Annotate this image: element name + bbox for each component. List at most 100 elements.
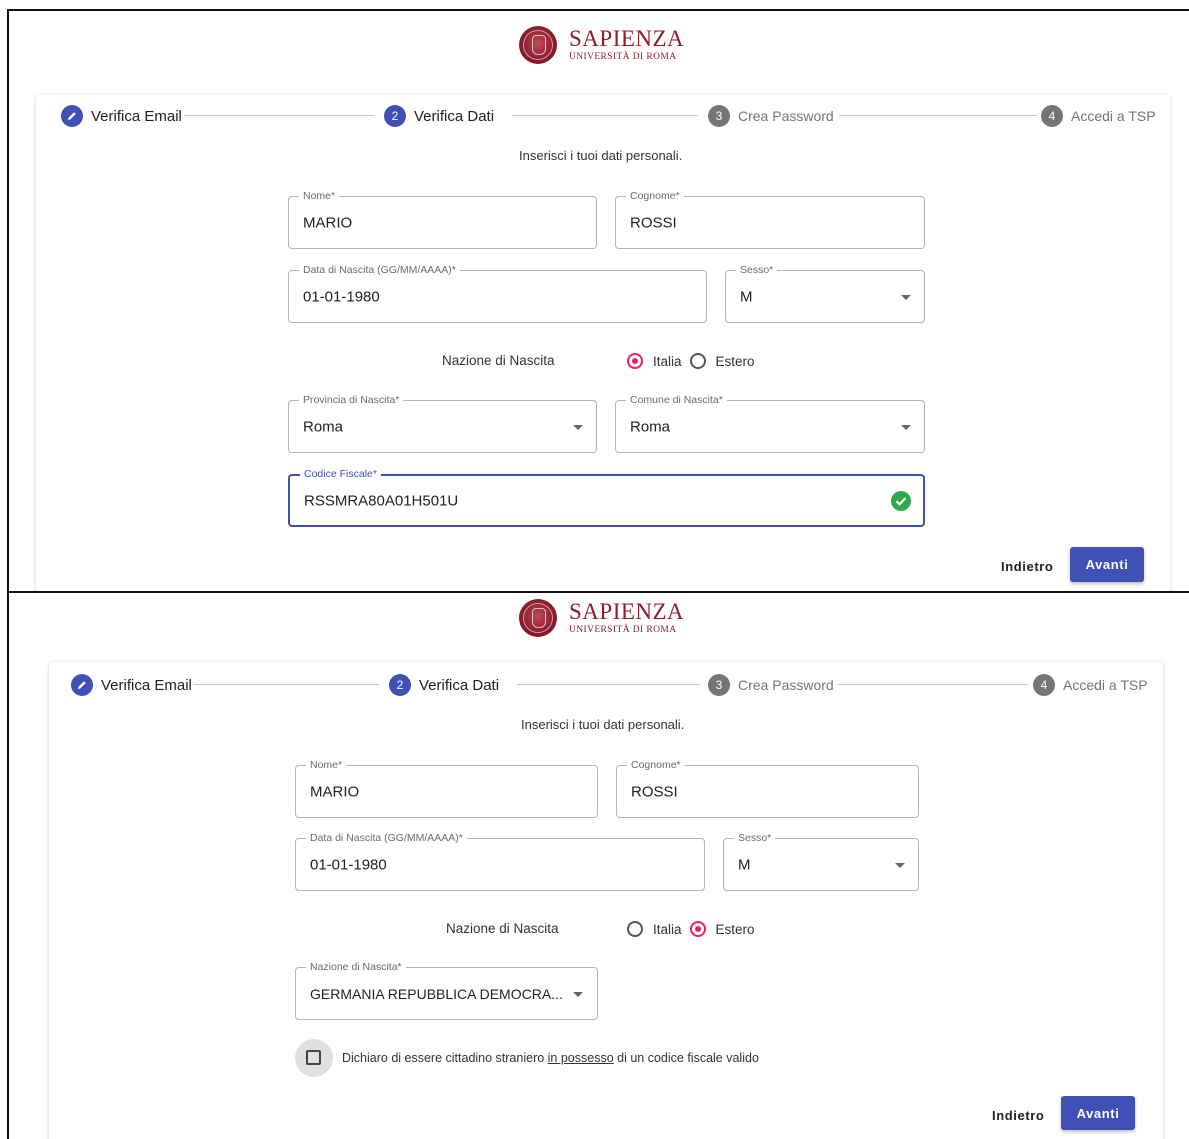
field-value: RSSMRA80A01H501U xyxy=(304,492,459,509)
nazione-label-row: Nazione di Nascita xyxy=(442,353,555,368)
dropdown-arrow-icon xyxy=(895,862,905,868)
step-verifica-email: Verifica Email xyxy=(61,105,182,127)
form-subtitle: Inserisci i tuoi dati personali. xyxy=(519,148,683,163)
sapienza-seal-icon xyxy=(519,599,557,637)
step-number: 2 xyxy=(384,105,406,127)
dropdown-arrow-icon xyxy=(573,991,583,997)
edit-pencil-icon xyxy=(61,105,83,127)
declaration-checkbox-ripple[interactable] xyxy=(295,1039,333,1077)
sesso-select[interactable]: Sesso* M xyxy=(723,832,919,891)
valid-check-icon xyxy=(891,490,911,511)
step-label: Crea Password xyxy=(738,677,834,693)
avanti-button[interactable]: Avanti xyxy=(1070,547,1144,582)
radio-estero[interactable] xyxy=(689,353,706,369)
field-value: Roma xyxy=(303,418,344,435)
step-label: Accedi a TSP xyxy=(1063,677,1148,693)
field-value: ROSSI xyxy=(630,214,677,231)
sapienza-logo: SAPIENZA UNIVERSITÀ DI ROMA xyxy=(519,26,684,64)
step-number: 3 xyxy=(708,674,730,696)
dropdown-arrow-icon xyxy=(901,294,911,300)
step-number: 3 xyxy=(708,105,730,127)
step-crea-password: 3 Crea Password xyxy=(708,105,834,127)
edit-pencil-icon xyxy=(71,674,93,696)
field-value: Roma xyxy=(630,418,671,435)
field-value: 01-01-1980 xyxy=(303,288,380,305)
logo-name: SAPIENZA xyxy=(569,26,685,52)
radio-label: Estero xyxy=(715,353,755,369)
dropdown-arrow-icon xyxy=(573,424,583,430)
radio-italia[interactable] xyxy=(627,353,643,369)
step-verifica-dati: 2 Verifica Dati xyxy=(384,105,494,127)
data-nascita-field[interactable]: Data di Nascita (GG/MM/AAAA)* 01-01-1980 xyxy=(295,832,705,891)
step-number: 2 xyxy=(389,674,411,696)
step-connector xyxy=(194,684,379,685)
field-label: Data di Nascita (GG/MM/AAAA)* xyxy=(299,264,460,276)
cognome-field[interactable]: Cognome* ROSSI xyxy=(615,190,925,249)
nazione-radio-group: Italia Estero xyxy=(627,353,763,369)
step-verifica-dati: 2 Verifica Dati xyxy=(389,674,499,696)
field-label: Sesso* xyxy=(736,264,778,276)
nazione-label-row: Nazione di Nascita xyxy=(446,921,559,936)
nazione-nascita-select[interactable]: Nazione di Nascita* GERMANIA REPUBBLICA … xyxy=(295,961,598,1020)
field-label: Cognome* xyxy=(626,190,684,202)
radio-italia[interactable] xyxy=(627,921,643,937)
sapienza-seal-icon xyxy=(519,26,557,64)
field-value: M xyxy=(738,856,751,873)
cognome-field[interactable]: Cognome* ROSSI xyxy=(616,759,919,818)
field-label: Codice Fiscale* xyxy=(300,468,381,480)
step-verifica-email: Verifica Email xyxy=(71,674,192,696)
field-value: M xyxy=(740,288,753,305)
screenshot-estero: SAPIENZA UNIVERSITÀ DI ROMA Verifica Ema… xyxy=(7,593,1189,1139)
codice-fiscale-field[interactable]: Codice Fiscale* RSSMRA80A01H501U xyxy=(288,468,925,527)
step-label: Verifica Email xyxy=(101,676,192,694)
step-label: Verifica Dati xyxy=(419,676,500,694)
step-crea-password: 3 Crea Password xyxy=(708,674,834,696)
step-label: Accedi a TSP xyxy=(1071,108,1156,124)
step-connector xyxy=(184,115,374,116)
field-value: MARIO xyxy=(310,783,360,800)
field-label: Data di Nascita (GG/MM/AAAA)* xyxy=(306,832,467,844)
radio-label: Italia xyxy=(653,921,682,937)
step-connector xyxy=(512,115,698,116)
nazione-nascita-label: Nazione di Nascita xyxy=(442,353,555,368)
form-card: Verifica Email 2 Verifica Dati 3 Crea Pa… xyxy=(49,662,1163,1139)
step-number: 4 xyxy=(1041,105,1063,127)
field-label: Nazione di Nascita* xyxy=(306,961,406,973)
sesso-select[interactable]: Sesso* M xyxy=(725,264,925,323)
nome-field[interactable]: Nome* MARIO xyxy=(288,190,597,249)
declaration-link[interactable]: in possesso xyxy=(548,1051,614,1065)
avanti-label: Avanti xyxy=(1076,1105,1120,1121)
sapienza-logo: SAPIENZA UNIVERSITÀ DI ROMA xyxy=(519,599,684,637)
nome-field[interactable]: Nome* MARIO xyxy=(295,759,598,818)
field-value: ROSSI xyxy=(631,783,678,800)
step-accedi-tsp: 4 Accedi a TSP xyxy=(1041,105,1156,127)
declaration-before: Dichiaro di essere cittadino straniero xyxy=(342,1051,548,1065)
data-nascita-field[interactable]: Data di Nascita (GG/MM/AAAA)* 01-01-1980 xyxy=(288,264,707,323)
screenshot-italia: SAPIENZA UNIVERSITÀ DI ROMA Verifica Ema… xyxy=(7,9,1189,593)
field-value: 01-01-1980 xyxy=(310,856,387,873)
step-label: Crea Password xyxy=(738,108,834,124)
radio-label: Estero xyxy=(715,921,755,937)
indietro-button[interactable]: Indietro xyxy=(1001,559,1053,574)
field-label: Provincia di Nascita* xyxy=(299,394,404,406)
form-card: Verifica Email 2 Verifica Dati 3 Crea Pa… xyxy=(36,95,1170,591)
field-value: GERMANIA REPUBBLICA DEMOCRA... xyxy=(310,985,563,1002)
logo-name: SAPIENZA xyxy=(569,599,685,625)
step-label: Verifica Email xyxy=(91,107,182,125)
declaration-checkbox[interactable] xyxy=(306,1050,321,1065)
indietro-button[interactable]: Indietro xyxy=(992,1108,1044,1123)
step-connector xyxy=(838,684,1028,685)
nazione-radio-group: Italia Estero xyxy=(627,921,763,937)
step-connector xyxy=(839,115,1037,116)
avanti-button[interactable]: Avanti xyxy=(1061,1096,1135,1130)
comune-select[interactable]: Comune di Nascita* Roma xyxy=(615,394,925,453)
declaration-after: di un codice fiscale valido xyxy=(613,1051,759,1065)
field-label: Sesso* xyxy=(734,832,776,844)
provincia-select[interactable]: Provincia di Nascita* Roma xyxy=(288,394,597,453)
radio-label: Italia xyxy=(653,353,682,369)
logo-subtitle: UNIVERSITÀ DI ROMA xyxy=(569,625,677,636)
radio-estero[interactable] xyxy=(689,921,706,937)
step-connector xyxy=(517,684,700,685)
declaration-text: Dichiaro di essere cittadino straniero i… xyxy=(342,1051,759,1065)
dropdown-arrow-icon xyxy=(901,424,911,430)
